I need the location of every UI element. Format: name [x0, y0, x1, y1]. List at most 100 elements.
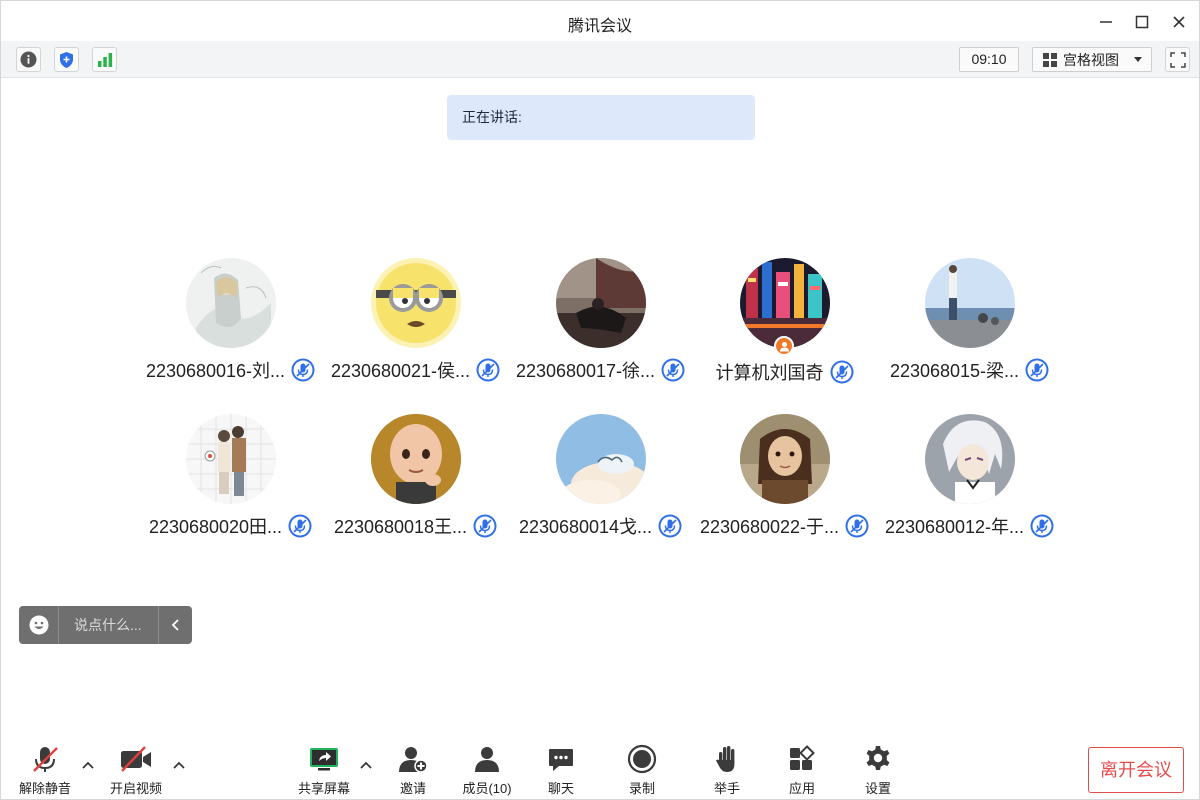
chat-input[interactable]: 说点什么... — [59, 615, 158, 635]
record-icon — [627, 744, 657, 774]
close-button[interactable] — [1166, 9, 1192, 35]
avatar — [740, 258, 830, 348]
chevron-up-icon — [360, 761, 372, 769]
meeting-duration: 09:10 — [959, 47, 1019, 72]
mic-muted-icon — [658, 514, 682, 538]
raise-hand-icon — [716, 746, 735, 772]
mic-muted-icon — [845, 514, 869, 538]
participant-tile[interactable]: 2230680022-于... — [692, 414, 877, 544]
avatar — [740, 414, 830, 504]
mic-muted-icon — [1030, 514, 1054, 538]
security-button[interactable] — [54, 47, 79, 72]
participant-name: 2230680018王... — [333, 517, 468, 537]
settings-button[interactable]: 设置 — [838, 742, 918, 796]
participant-tile-host[interactable]: 计算机刘国奇 — [692, 258, 877, 388]
mic-muted-icon — [830, 360, 853, 384]
record-label: 录制 — [628, 781, 655, 796]
window-title: 腾讯会议 — [567, 18, 632, 35]
mic-muted-icon — [288, 514, 312, 538]
view-switch-dropdown[interactable]: 宫格视图 — [1032, 47, 1152, 72]
title-bar: 腾讯会议 — [1, 1, 1199, 41]
meeting-info-button[interactable] — [16, 47, 41, 72]
avatar — [556, 414, 646, 504]
avatar — [186, 258, 276, 348]
share-screen-label: 共享屏幕 — [297, 781, 350, 796]
mic-muted-icon — [1025, 358, 1049, 382]
members-label: 成员(10) — [462, 781, 512, 796]
chat-label: 聊天 — [547, 781, 574, 796]
leave-meeting-button[interactable]: 离开会议 — [1088, 747, 1184, 793]
shield-icon — [60, 51, 73, 68]
add-user-icon — [399, 747, 428, 773]
user-icon — [779, 341, 789, 351]
meeting-toolbar: 09:10 宫格视图 — [1, 41, 1199, 78]
unmute-label: 解除静音 — [18, 781, 71, 796]
apps-label: 应用 — [788, 781, 815, 796]
participant-name: 2230680020田... — [148, 517, 283, 537]
participant-tile[interactable]: 2230680020田... — [138, 414, 323, 544]
unmute-button[interactable]: 解除静音 — [5, 742, 85, 796]
invite-label: 邀请 — [399, 781, 426, 796]
apps-icon — [790, 745, 815, 770]
info-icon — [20, 51, 37, 68]
minimize-icon — [1100, 21, 1112, 23]
invite-button[interactable]: 邀请 — [373, 742, 453, 796]
maximize-button[interactable] — [1129, 9, 1155, 35]
avatar — [925, 258, 1015, 348]
share-screen-button[interactable]: 共享屏幕 — [284, 742, 364, 796]
participant-name: 2230680012-年... — [884, 517, 1025, 537]
participant-tile[interactable]: 2230680021-侯... — [323, 258, 508, 388]
smiley-icon — [29, 615, 48, 635]
collapse-chat-button[interactable] — [158, 606, 192, 644]
avatar — [186, 414, 276, 504]
participant-tile[interactable]: 2230680012-年... — [877, 414, 1062, 544]
raise-hand-label: 举手 — [713, 781, 740, 796]
avatar — [556, 258, 646, 348]
meeting-window: 腾讯会议 09:10 宫格视图 正在讲话: 2230680016-刘... 22… — [0, 0, 1200, 800]
mic-muted-icon — [476, 358, 500, 382]
mic-off-icon — [33, 747, 58, 772]
participant-name: 2230680014戈... — [518, 517, 653, 537]
participant-name: 223068015-梁... — [889, 361, 1020, 381]
raise-hand-button[interactable]: 举手 — [687, 742, 767, 796]
chevron-up-icon — [173, 761, 185, 769]
participant-tile[interactable]: 2230680014戈... — [508, 414, 693, 544]
minimize-button[interactable] — [1093, 9, 1119, 35]
chat-button[interactable]: 聊天 — [521, 742, 601, 796]
chevron-up-icon — [82, 761, 94, 769]
participant-tile[interactable]: 223068015-梁... — [877, 258, 1062, 388]
signal-strength-icon — [97, 52, 112, 67]
bottom-control-bar: 解除静音 开启视频 共享屏幕 邀请 成员(10) 聊天 录制 举手 应用 设置 … — [1, 736, 1199, 799]
apps-button[interactable]: 应用 — [762, 742, 842, 796]
network-status-button[interactable] — [92, 47, 117, 72]
participant-name: 2230680016-刘... — [145, 361, 286, 381]
members-icon — [475, 747, 499, 772]
emoji-button[interactable] — [19, 606, 59, 644]
avatar — [371, 414, 461, 504]
record-button[interactable]: 录制 — [602, 742, 682, 796]
camera-off-icon — [121, 746, 151, 772]
mic-muted-icon — [473, 514, 497, 538]
chevron-left-icon — [171, 619, 179, 631]
participant-tile[interactable]: 2230680018王... — [323, 414, 508, 544]
participant-name: 计算机刘国奇 — [715, 363, 824, 383]
grid-view-icon — [1043, 52, 1057, 67]
participant-tile[interactable]: 2230680016-刘... — [138, 258, 323, 388]
settings-label: 设置 — [864, 781, 891, 796]
audio-options-button[interactable] — [79, 756, 97, 774]
speaking-indicator: 正在讲话: — [447, 95, 755, 140]
maximize-icon — [1135, 15, 1149, 29]
chevron-down-icon — [1134, 57, 1142, 62]
fullscreen-button[interactable] — [1165, 47, 1190, 72]
quick-chat-bar: 说点什么... — [19, 606, 192, 644]
start-video-button[interactable]: 开启视频 — [96, 742, 176, 796]
video-options-button[interactable] — [170, 756, 188, 774]
mic-muted-icon — [661, 358, 685, 382]
avatar — [371, 258, 461, 348]
gear-icon — [866, 746, 890, 770]
start-video-label: 开启视频 — [109, 781, 162, 796]
participant-name: 2230680017-徐... — [515, 361, 656, 381]
chat-icon — [549, 749, 573, 771]
participant-tile[interactable]: 2230680017-徐... — [508, 258, 693, 388]
members-button[interactable]: 成员(10) — [447, 742, 527, 796]
